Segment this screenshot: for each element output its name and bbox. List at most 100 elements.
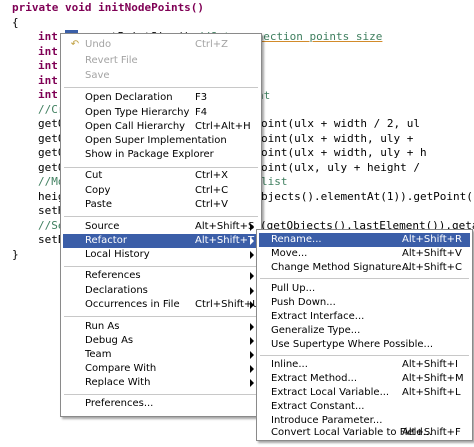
code-keyword: int: [38, 45, 58, 58]
menu-item-accelerator: Alt+Shift+S: [195, 221, 255, 232]
menu-item-label: Open Declaration: [85, 92, 173, 103]
menu-item-convert-local-variable-to-field[interactable]: Convert Local Variable to Field... Alt+Sh…: [259, 426, 470, 440]
submenu-arrow-icon: [250, 323, 254, 331]
menu-item-accelerator: Alt+Shift+T: [195, 235, 255, 246]
menu-item-label: Extract Method...: [271, 373, 358, 384]
menu-item-label: Pull Up...: [271, 283, 316, 294]
menu-item-run-as[interactable]: Run As: [63, 320, 259, 334]
menu-item-label: Run As: [85, 321, 120, 332]
menu-item-label: Declarations: [85, 285, 148, 296]
menu-item-label: Cut: [85, 170, 103, 181]
menu-separator: [260, 355, 469, 356]
menu-item-extract-constant[interactable]: Extract Constant...: [259, 400, 470, 414]
menu-item-label: Generalize Type...: [271, 325, 361, 336]
menu-item-open-type-hierarchy[interactable]: Open Type Hierarchy F4: [63, 106, 259, 120]
menu-item-label: Inline...: [271, 359, 308, 370]
menu-item-accelerator: Ctrl+Z: [195, 39, 229, 50]
menu-item-compare-with[interactable]: Compare With: [63, 362, 259, 376]
menu-item-team[interactable]: Team: [63, 348, 259, 362]
menu-item-label: Compare With: [85, 363, 157, 374]
menu-item-use-supertype[interactable]: Use Supertype Where Possible...: [259, 338, 470, 352]
submenu-arrow-icon: [250, 287, 254, 295]
menu-item-inline[interactable]: Inline... Alt+Shift+I: [259, 358, 470, 372]
menu-item-accelerator: F4: [195, 107, 208, 118]
code-keyword: int: [38, 30, 58, 43]
menu-separator: [64, 216, 258, 217]
menu-item-replace-with[interactable]: Replace With: [63, 376, 259, 390]
menu-item-debug-as[interactable]: Debug As: [63, 334, 259, 348]
menu-item-open-declaration[interactable]: Open Declaration F3: [63, 91, 259, 105]
menu-separator: [64, 167, 258, 168]
code-keyword: int: [38, 88, 58, 101]
menu-item-label: Refactor: [85, 235, 127, 246]
menu-item-accelerator: Alt+Shift+M: [402, 373, 464, 384]
undo-icon: ↶: [70, 39, 80, 50]
menu-item-label: Source: [85, 221, 120, 232]
menu-item-open-call-hierarchy[interactable]: Open Call Hierarchy Ctrl+Alt+H: [63, 120, 259, 134]
menu-item-show-in-package-explorer[interactable]: Show in Package Explorer: [63, 148, 259, 162]
submenu-arrow-icon: [250, 351, 254, 359]
menu-item-label: Show in Package Explorer: [85, 149, 214, 160]
menu-item-accelerator: Alt+Shift+C: [402, 262, 463, 273]
menu-item-refactor[interactable]: Refactor Alt+Shift+T: [63, 234, 259, 248]
code-line: }: [12, 248, 19, 261]
menu-item-label: References: [85, 270, 141, 281]
menu-separator: [64, 316, 258, 317]
menu-item-push-down[interactable]: Push Down...: [259, 296, 470, 310]
code-line: private void initNodePoints(): [12, 0, 204, 15]
menu-item-declarations[interactable]: Declarations: [63, 284, 259, 298]
menu-item-extract-local-variable[interactable]: Extract Local Variable... Alt+Shift+L: [259, 386, 470, 400]
menu-item-undo[interactable]: ↶ Undo Ctrl+Z: [63, 38, 259, 52]
menu-item-pull-up[interactable]: Pull Up...: [259, 282, 470, 296]
menu-item-references[interactable]: References: [63, 269, 259, 283]
menu-item-copy[interactable]: Copy Ctrl+C: [63, 184, 259, 198]
menu-item-label: Preferences...: [85, 398, 154, 409]
menu-item-accelerator: Alt+Shift+I: [402, 359, 458, 370]
menu-item-accelerator: Ctrl+C: [195, 185, 229, 196]
menu-separator: [64, 394, 258, 395]
code-line-tail: list: [261, 175, 288, 188]
menu-separator: [64, 87, 258, 88]
menu-item-change-method-signature[interactable]: Change Method Signature... Alt+Shift+C: [259, 261, 470, 275]
menu-item-label: Local History: [85, 249, 150, 260]
menu-item-move[interactable]: Move... Alt+Shift+V: [259, 247, 470, 261]
menu-item-label: Push Down...: [271, 297, 336, 308]
menu-item-accelerator: Ctrl+Alt+H: [195, 121, 251, 132]
submenu-arrow-icon: [250, 301, 254, 309]
menu-item-accelerator: Alt+Shift+V: [402, 248, 462, 259]
menu-item-accelerator: Ctrl+X: [195, 170, 229, 181]
menu-item-label: Extract Constant...: [271, 401, 365, 412]
code-line-tail: bjects().elementAt(1)).getPoint().: [261, 190, 474, 203]
menu-item-local-history[interactable]: Local History: [63, 248, 259, 262]
code-keyword: int: [38, 59, 58, 72]
menu-item-paste[interactable]: Paste Ctrl+V: [63, 198, 259, 212]
menu-item-preferences[interactable]: Preferences...: [63, 397, 259, 411]
code-keyword: int: [38, 74, 58, 87]
menu-item-label: Undo: [85, 39, 112, 50]
menu-item-open-super-implementation[interactable]: Open Super Implementation: [63, 134, 259, 148]
menu-item-source[interactable]: Source Alt+Shift+S: [63, 220, 259, 234]
submenu-arrow-icon: [250, 251, 254, 259]
menu-separator: [64, 266, 258, 267]
menu-item-accelerator: Ctrl+V: [195, 199, 229, 210]
submenu-arrow-icon: [250, 365, 254, 373]
menu-item-label: Team: [85, 349, 112, 360]
menu-item-label: Change Method Signature...: [271, 262, 411, 273]
menu-item-generalize-type[interactable]: Generalize Type...: [259, 324, 470, 338]
menu-item-accelerator: Alt+Shift+R: [402, 234, 462, 245]
menu-item-extract-method[interactable]: Extract Method... Alt+Shift+M: [259, 372, 470, 386]
menu-item-cut[interactable]: Cut Ctrl+X: [63, 169, 259, 183]
menu-item-label: Revert File: [85, 55, 138, 66]
menu-item-label: Open Super Implementation: [85, 135, 227, 146]
menu-item-extract-interface[interactable]: Extract Interface...: [259, 310, 470, 324]
menu-item-revert-file[interactable]: Revert File: [63, 54, 259, 68]
menu-item-label: Open Type Hierarchy: [85, 107, 190, 118]
menu-item-label: Extract Local Variable...: [271, 387, 390, 398]
refactor-submenu: Rename... Alt+Shift+R Move... Alt+Shift+V …: [256, 229, 473, 441]
menu-item-save[interactable]: Save: [63, 69, 259, 83]
code-method-signature: private void initNodePoints(): [12, 1, 205, 14]
menu-item-label: Move...: [271, 248, 308, 259]
submenu-arrow-icon: [250, 237, 254, 245]
menu-item-rename[interactable]: Rename... Alt+Shift+R: [259, 233, 470, 247]
menu-item-occurrences-in-file[interactable]: Occurrences in File Ctrl+Shift+U: [63, 298, 260, 312]
